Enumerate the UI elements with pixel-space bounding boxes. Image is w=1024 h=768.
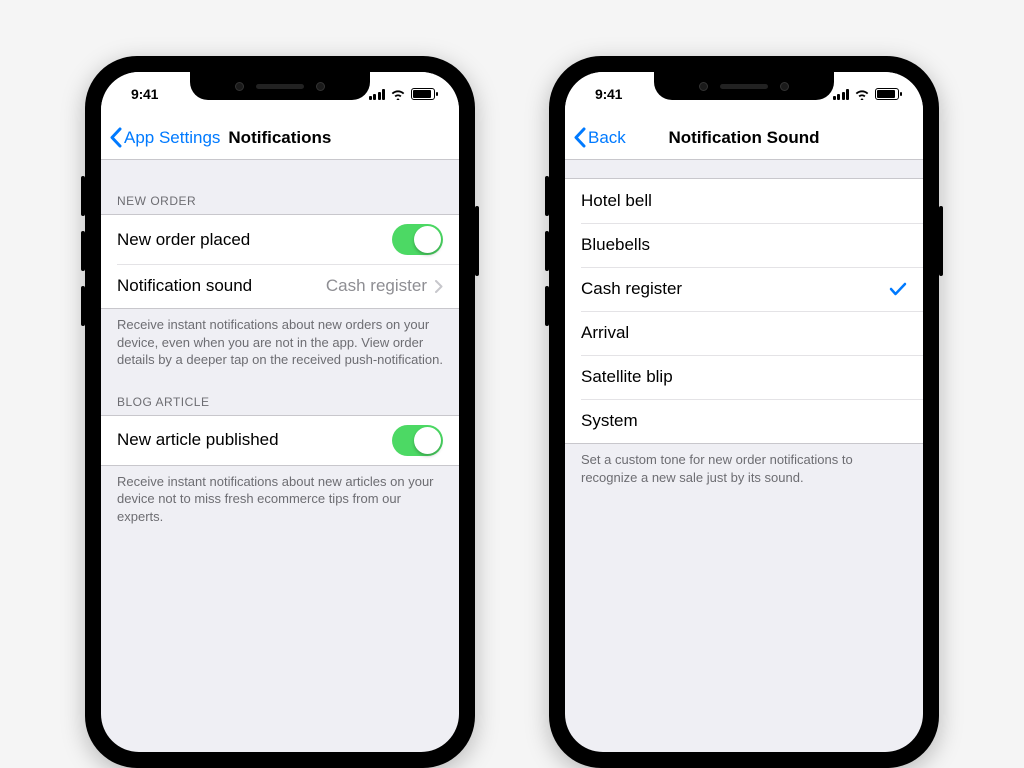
nav-title: Notifications bbox=[228, 128, 331, 148]
notch bbox=[654, 72, 834, 100]
row-value: Cash register bbox=[326, 276, 427, 296]
sound-option-label: Hotel bell bbox=[581, 191, 907, 211]
content-notifications: NEW ORDER New order placed Notification … bbox=[101, 160, 459, 535]
sound-option-label: System bbox=[581, 411, 907, 431]
nav-back-label: App Settings bbox=[124, 128, 220, 148]
nav-back-label: Back bbox=[588, 128, 626, 148]
sound-option-label: Cash register bbox=[581, 279, 889, 299]
row-label: New article published bbox=[117, 430, 392, 450]
sound-option-label: Satellite blip bbox=[581, 367, 907, 387]
cellular-icon bbox=[833, 89, 850, 100]
section-header-blog: BLOG ARTICLE bbox=[101, 379, 459, 415]
nav-bar: App Settings Notifications bbox=[101, 116, 459, 160]
phone-frame-right: 9:41 Back Notification Sound Hotel bell B… bbox=[549, 56, 939, 768]
status-time: 9:41 bbox=[595, 86, 622, 102]
section-footer-blog: Receive instant notifications about new … bbox=[101, 466, 459, 536]
screen-notification-sound: 9:41 Back Notification Sound Hotel bell B… bbox=[565, 72, 923, 752]
wifi-icon bbox=[854, 88, 870, 100]
section-footer-sound: Set a custom tone for new order notifica… bbox=[565, 444, 923, 496]
group-blog: New article published bbox=[101, 415, 459, 466]
chevron-right-icon bbox=[435, 280, 443, 293]
status-time: 9:41 bbox=[131, 86, 158, 102]
sound-option[interactable]: System bbox=[565, 399, 923, 443]
row-new-order-placed[interactable]: New order placed bbox=[101, 215, 459, 264]
notch bbox=[190, 72, 370, 100]
nav-back-button[interactable]: Back bbox=[573, 127, 626, 148]
group-sound-options: Hotel bell Bluebells Cash register Arrival S… bbox=[565, 178, 923, 444]
wifi-icon bbox=[390, 88, 406, 100]
sound-option[interactable]: Cash register bbox=[565, 267, 923, 311]
nav-back-button[interactable]: App Settings bbox=[109, 127, 220, 148]
checkmark-icon bbox=[889, 282, 907, 296]
battery-icon bbox=[411, 88, 435, 100]
sound-option[interactable]: Hotel bell bbox=[565, 179, 923, 223]
sound-option[interactable]: Arrival bbox=[565, 311, 923, 355]
section-header-new-order: NEW ORDER bbox=[101, 186, 459, 214]
row-label: Notification sound bbox=[117, 276, 326, 296]
screen-notifications: 9:41 App Settings Notifications NEW ORDE… bbox=[101, 72, 459, 752]
sound-option[interactable]: Satellite blip bbox=[565, 355, 923, 399]
section-footer-new-order: Receive instant notifications about new … bbox=[101, 309, 459, 379]
sound-option[interactable]: Bluebells bbox=[565, 223, 923, 267]
cellular-icon bbox=[369, 89, 386, 100]
nav-bar: Back Notification Sound bbox=[565, 116, 923, 160]
toggle-new-article[interactable] bbox=[392, 425, 443, 456]
group-new-order: New order placed Notification sound Cash… bbox=[101, 214, 459, 309]
chevron-left-icon bbox=[573, 127, 586, 148]
row-notification-sound[interactable]: Notification sound Cash register bbox=[101, 264, 459, 308]
sound-option-label: Arrival bbox=[581, 323, 907, 343]
chevron-left-icon bbox=[109, 127, 122, 148]
toggle-new-order[interactable] bbox=[392, 224, 443, 255]
sound-option-label: Bluebells bbox=[581, 235, 907, 255]
row-label: New order placed bbox=[117, 230, 392, 250]
phone-frame-left: 9:41 App Settings Notifications NEW ORDE… bbox=[85, 56, 475, 768]
content-sound-options: Hotel bell Bluebells Cash register Arrival S… bbox=[565, 160, 923, 496]
battery-icon bbox=[875, 88, 899, 100]
row-new-article[interactable]: New article published bbox=[101, 416, 459, 465]
